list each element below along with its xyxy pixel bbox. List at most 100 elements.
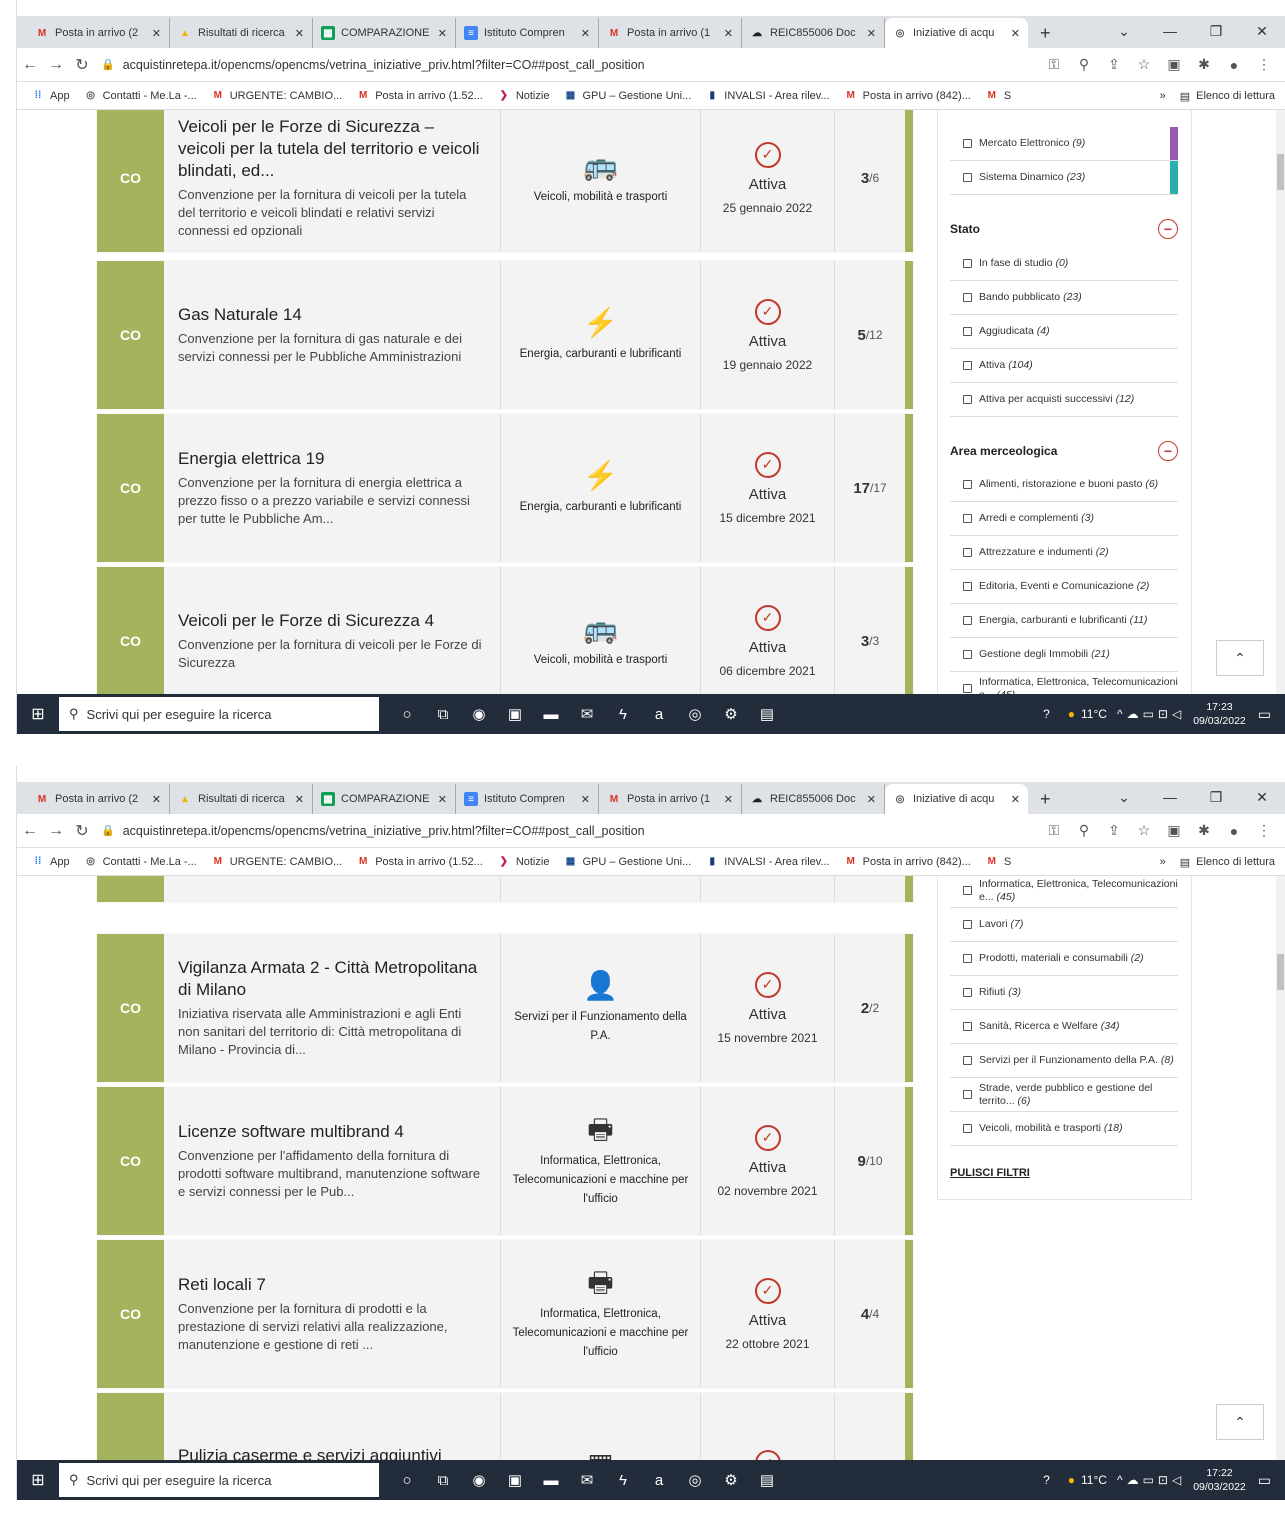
filter-checkbox[interactable]: Informatica, Elettronica, Telecomunicazi…: [950, 672, 1178, 694]
forward-icon[interactable]: →: [43, 822, 69, 840]
initiative-card[interactable]: CO Reti locali 7 Convenzione per la fornit…: [97, 1240, 913, 1388]
clock[interactable]: 17:23 09/03/2022: [1193, 700, 1246, 728]
filter-checkbox[interactable]: Editoria, Eventi e Comunicazione (2): [950, 570, 1178, 604]
settings-icon[interactable]: ⚙: [713, 1471, 749, 1489]
checkbox[interactable]: [963, 582, 972, 591]
checkbox[interactable]: [963, 650, 972, 659]
filter-group-stato[interactable]: Stato −: [950, 216, 1178, 242]
bookmark-item[interactable]: M Posta in arrivo (842)...: [844, 855, 970, 869]
browser-tab[interactable]: ▲ Risultati di ricerca ✕: [170, 784, 313, 814]
notification-icon[interactable]: ▭: [1258, 1472, 1271, 1489]
checkbox[interactable]: [963, 988, 972, 997]
reading-list[interactable]: » ▤ Elenco di lettura: [1160, 848, 1275, 876]
bookmark-item[interactable]: MS: [985, 855, 1012, 869]
card-title[interactable]: Energia elettrica 19: [178, 448, 486, 470]
edge-icon[interactable]: ◉: [461, 1471, 497, 1489]
clock[interactable]: 17:22 09/03/2022: [1193, 1466, 1246, 1494]
bookmark-item[interactable]: M Posta in arrivo (1.52...: [356, 89, 483, 103]
puzzle-icon[interactable]: ✱: [1189, 822, 1219, 839]
collapse-icon[interactable]: −: [1158, 219, 1178, 239]
key-icon[interactable]: ⚿: [1039, 56, 1069, 73]
bookmark-item[interactable]: M Posta in arrivo (1.52...: [356, 855, 483, 869]
bookmark-item[interactable]: ⁞⁞ App: [31, 855, 70, 869]
bookmark-item[interactable]: M Posta in arrivo (842)...: [844, 89, 970, 103]
checkbox[interactable]: [963, 259, 972, 268]
browser-tab[interactable]: M Posta in arrivo (2 ✕: [27, 18, 170, 48]
checkbox[interactable]: [963, 684, 972, 693]
word-icon[interactable]: ▤: [749, 1471, 785, 1489]
close-icon[interactable]: ✕: [438, 27, 447, 40]
filter-checkbox[interactable]: Prodotti, materiali e consumabili (2): [950, 942, 1178, 976]
settings-icon[interactable]: ⚙: [713, 705, 749, 723]
chrome-icon[interactable]: ◎: [677, 705, 713, 723]
cortana-icon[interactable]: ○: [389, 1472, 425, 1489]
filter-checkbox[interactable]: Gestione degli Immobili (21): [950, 638, 1178, 672]
bookmark-item[interactable]: M URGENTE: CAMBIO...: [211, 89, 343, 103]
key-icon[interactable]: ⚿: [1039, 822, 1069, 839]
checkbox[interactable]: [963, 293, 972, 302]
checkbox[interactable]: [963, 327, 972, 336]
filter-checkbox[interactable]: Aggiudicata (4): [950, 315, 1178, 349]
filter-checkbox[interactable]: Servizi per il Funzionamento della P.A. …: [950, 1044, 1178, 1078]
chrome-icon[interactable]: ◎: [677, 1471, 713, 1489]
share-icon[interactable]: ⇪: [1099, 822, 1129, 839]
reload-icon[interactable]: ↻: [69, 821, 95, 841]
reading-list[interactable]: » ▤ Elenco di lettura: [1160, 82, 1275, 110]
browser-tab[interactable]: ☁ REIC855006 Doc ✕: [742, 784, 885, 814]
filter-checkbox[interactable]: In fase di studio (0): [950, 247, 1178, 281]
url-input[interactable]: 🔒 acquistinretepa.it/opencms/opencms/vetr…: [101, 52, 1039, 78]
avatar-icon[interactable]: ●: [1219, 823, 1249, 839]
notification-icon[interactable]: ▭: [1258, 706, 1271, 723]
checkbox[interactable]: [963, 1090, 972, 1099]
browser-tab[interactable]: ☁ REIC855006 Doc ✕: [742, 18, 885, 48]
winamp-icon[interactable]: ϟ: [605, 1472, 641, 1489]
close-icon[interactable]: ✕: [867, 27, 876, 40]
browser-tab[interactable]: ▦ COMPARAZIONE ✕: [313, 784, 456, 814]
tray-icons[interactable]: ^☁▭⊡◁: [1117, 1473, 1185, 1487]
windows-start-icon[interactable]: ⊞: [17, 1470, 59, 1490]
initiative-card[interactable]: CO Veicoli per le Forze di Sicurezza 4 Con…: [97, 567, 913, 694]
filter-checkbox[interactable]: Attrezzature e indumenti (2): [950, 536, 1178, 570]
collapse-icon[interactable]: −: [1158, 441, 1178, 461]
close-icon[interactable]: ✕: [152, 27, 161, 40]
browser-tab[interactable]: M Posta in arrivo (1 ✕: [599, 18, 742, 48]
zoom-icon[interactable]: ⚲: [1069, 822, 1099, 839]
weather-icon[interactable]: ●: [1068, 1473, 1075, 1487]
filter-checkbox[interactable]: Lavori (7): [950, 908, 1178, 942]
checkbox[interactable]: [963, 514, 972, 523]
more-bookmarks-icon[interactable]: »: [1160, 90, 1166, 102]
checkbox[interactable]: [963, 173, 972, 182]
bookmark-item[interactable]: ▦ GPU – Gestione Uni...: [563, 89, 692, 103]
url-input[interactable]: 🔒 acquistinretepa.it/opencms/opencms/vetr…: [101, 818, 1039, 844]
browser-tab[interactable]: ◎ Iniziative di acqu ✕: [885, 784, 1028, 814]
bookmark-item[interactable]: ▮ INVALSI - Area rilev...: [705, 89, 830, 103]
filter-group-area[interactable]: Area merceologica −: [950, 438, 1178, 464]
edge-icon[interactable]: ◉: [461, 705, 497, 723]
card-title[interactable]: Reti locali 7: [178, 1274, 486, 1296]
word-icon[interactable]: ▤: [749, 705, 785, 723]
checkbox[interactable]: [963, 954, 972, 963]
puzzle-icon[interactable]: ✱: [1189, 56, 1219, 73]
filter-checkbox[interactable]: Alimenti, ristorazione e buoni pasto (6): [950, 468, 1178, 502]
card-title[interactable]: Veicoli per le Forze di Sicurezza 4: [178, 610, 486, 632]
amazon-icon[interactable]: a: [641, 706, 677, 723]
more-bookmarks-icon[interactable]: »: [1160, 856, 1166, 868]
windows-start-icon[interactable]: ⊞: [17, 704, 59, 724]
taskbar-search-input[interactable]: ⚲ Scrivi qui per eseguire la ricerca: [59, 697, 379, 731]
clear-filters-link[interactable]: PULISCI FILTRI: [950, 1167, 1030, 1179]
bookmark-item[interactable]: ⁞⁞ App: [31, 89, 70, 103]
new-tab-icon[interactable]: +: [1028, 18, 1063, 48]
checkbox[interactable]: [963, 616, 972, 625]
filter-checkbox[interactable]: Bando pubblicato (23): [950, 281, 1178, 315]
mail-icon[interactable]: ✉: [569, 1471, 605, 1489]
back-icon[interactable]: ←: [17, 822, 43, 840]
amazon-icon[interactable]: a: [641, 1472, 677, 1489]
scrollbar[interactable]: [1276, 110, 1285, 694]
close-window-icon[interactable]: ✕: [1239, 23, 1285, 40]
card-title[interactable]: Pulizia caserme e servizi aggiuntivi: [178, 1445, 486, 1460]
avatar-icon[interactable]: ●: [1219, 57, 1249, 73]
menu-icon[interactable]: ⋮: [1249, 56, 1279, 73]
checkbox[interactable]: [963, 1056, 972, 1065]
help-icon[interactable]: ?: [1043, 1473, 1050, 1487]
scrollbar-thumb[interactable]: [1277, 954, 1284, 990]
